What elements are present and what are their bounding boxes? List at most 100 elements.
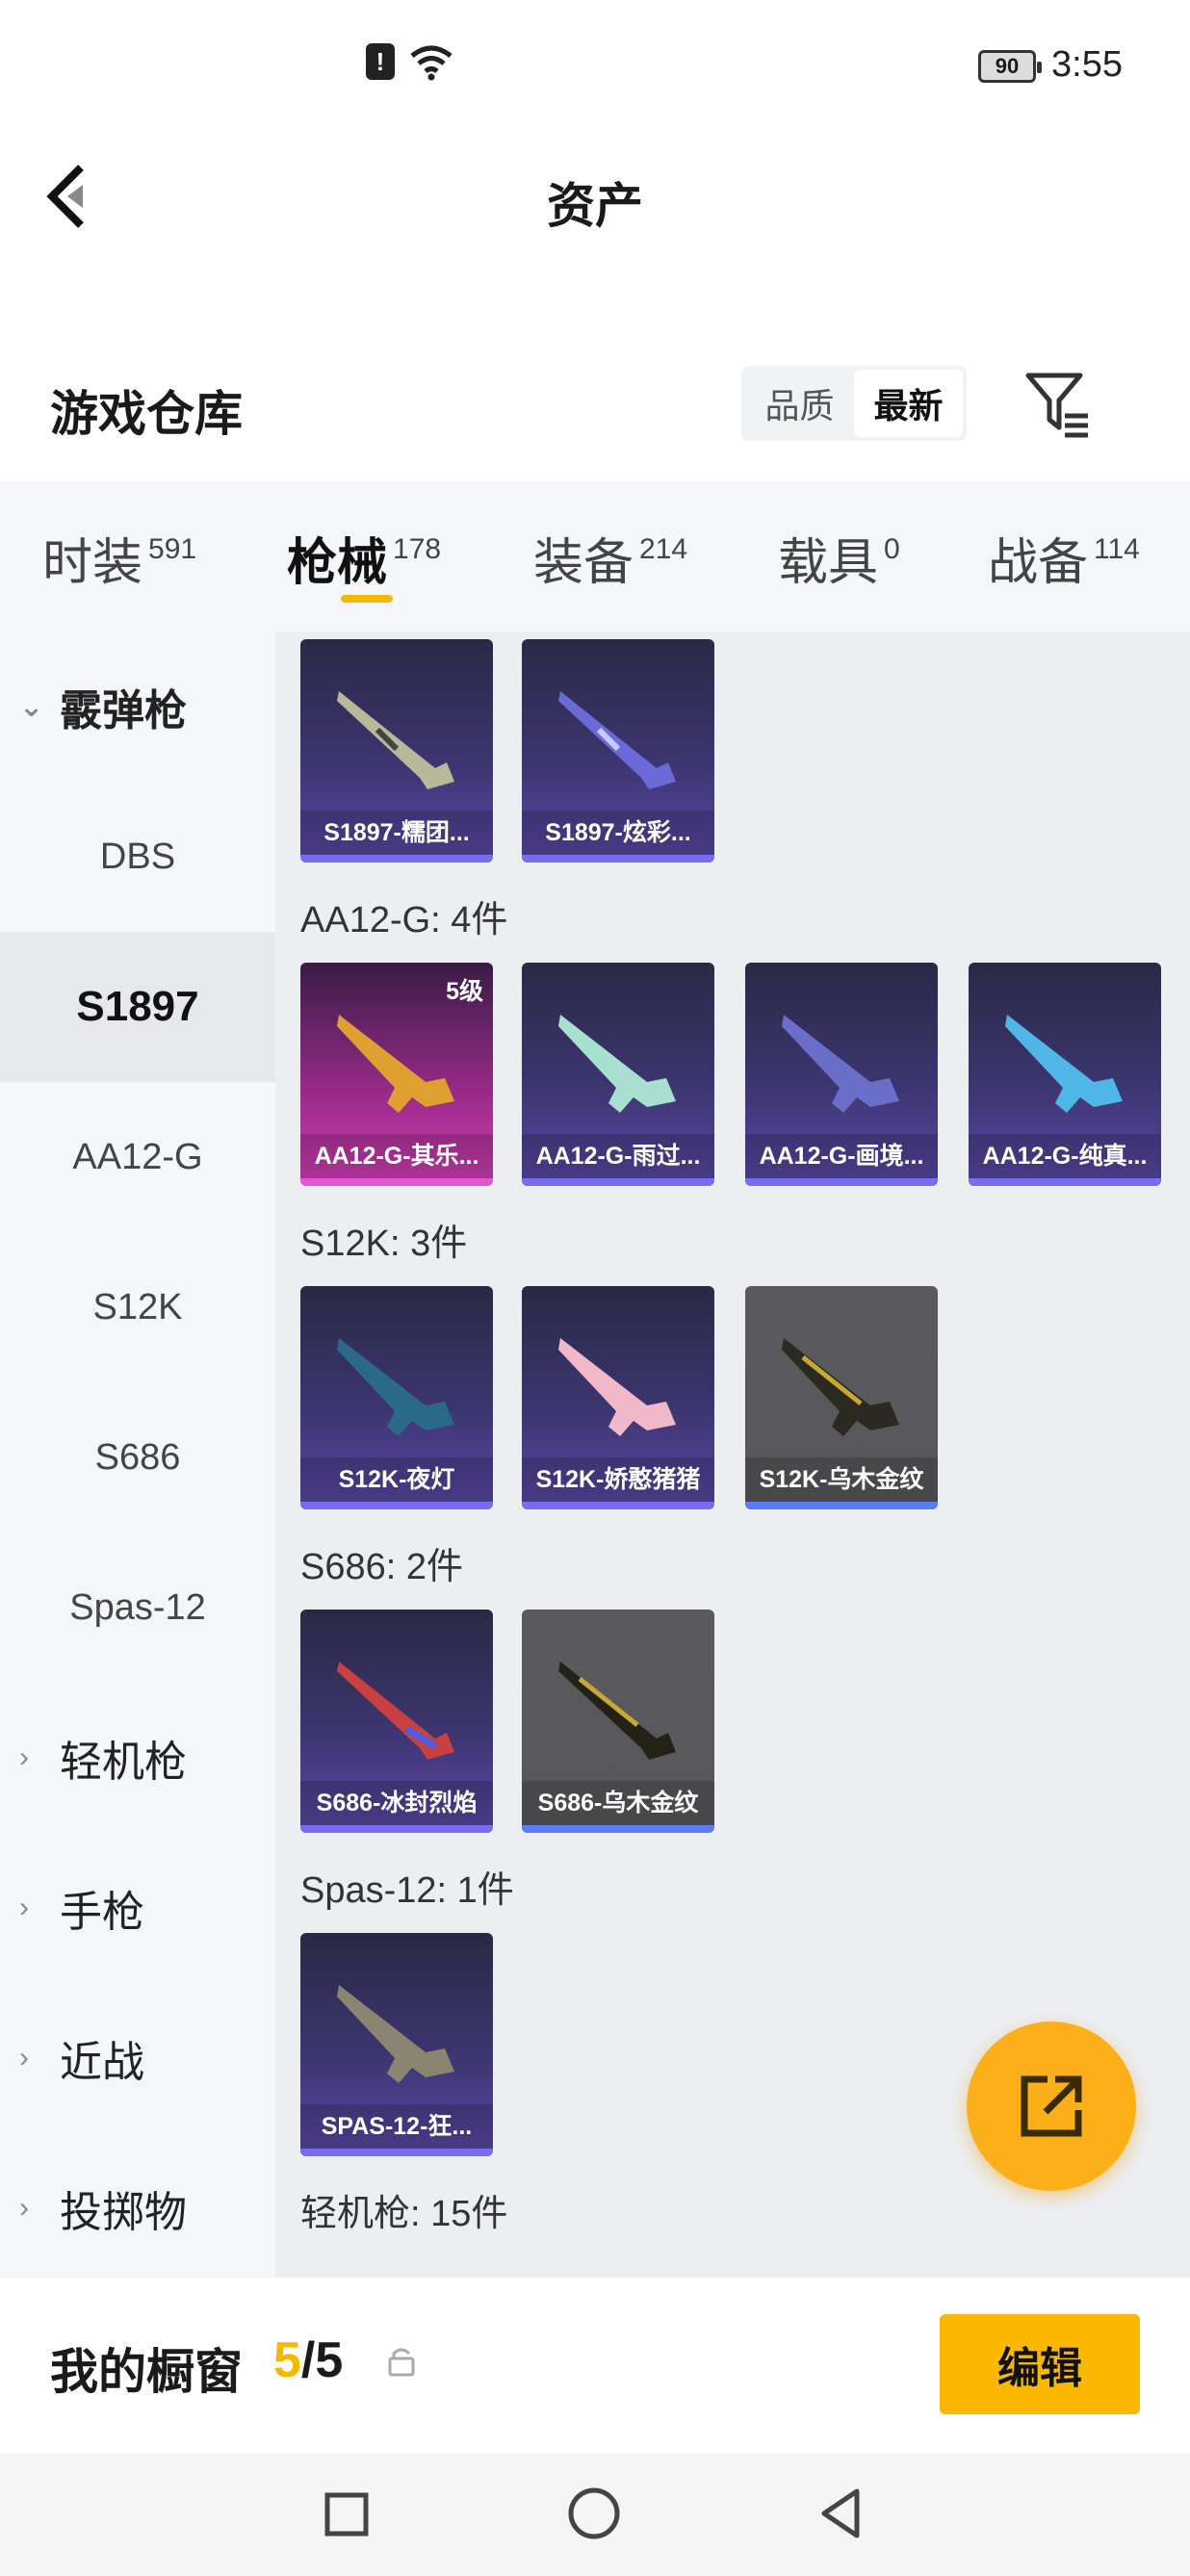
item-card[interactable]: AA12-G-纯真... — [969, 963, 1161, 1186]
status-bar: ! 90 3:55 — [0, 0, 1190, 135]
showcase-label: 我的橱窗 — [50, 2345, 243, 2399]
rarity-bar — [969, 1178, 1161, 1186]
sidebar-group-throwable[interactable]: › 投掷物 — [0, 2133, 275, 2283]
showcase-count: 5/5 — [273, 2331, 343, 2389]
rarity-bar — [522, 1178, 714, 1186]
shotgun-skin-icon — [558, 691, 676, 789]
sort-by-newest[interactable]: 最新 — [854, 370, 963, 437]
item-card[interactable]: AA12-G-画境... — [745, 963, 938, 1186]
rarity-bar — [300, 2149, 493, 2156]
rarity-bar — [522, 1825, 714, 1833]
sidebar-group-shotgun[interactable]: ⌄ 霰弹枪 — [0, 631, 275, 782]
chevron-right-icon: › — [19, 2042, 29, 2074]
battery-indicator: 90 — [978, 50, 1042, 83]
sidebar-group-melee[interactable]: › 近战 — [0, 1983, 275, 2133]
rifle-skin-icon — [337, 1338, 454, 1436]
item-name: S686-冰封烈焰 — [300, 1781, 493, 1825]
chevron-right-icon: › — [19, 1741, 29, 1773]
filter-button[interactable] — [1021, 368, 1098, 441]
chevron-right-icon: › — [19, 2192, 29, 2224]
share-icon — [1021, 2075, 1082, 2137]
rifle-skin-icon — [782, 1015, 899, 1113]
rarity-bar — [300, 1825, 493, 1833]
tab-weapons[interactable]: 枪械 178 — [287, 522, 441, 594]
item-card[interactable]: S12K-夜灯 — [300, 1286, 493, 1509]
item-name: AA12-G-纯真... — [969, 1134, 1161, 1178]
item-card[interactable]: S1897-糯团... — [300, 639, 493, 863]
sidebar-group-label: 近战 — [60, 2039, 144, 2086]
shotgun-skin-icon — [337, 691, 454, 789]
item-name: AA12-G-雨过... — [522, 1134, 714, 1178]
item-card[interactable]: S686-乌木金纹 — [522, 1610, 714, 1833]
wifi-icon — [410, 45, 453, 81]
sidebar-group-label: 霰弹枪 — [60, 687, 187, 734]
item-card[interactable]: S686-冰封烈焰 — [300, 1610, 493, 1833]
filter-icon — [1025, 373, 1088, 438]
rifle-skin-icon — [782, 1338, 899, 1436]
showcase-separator: / — [300, 2332, 316, 2388]
sidebar-item-spas12[interactable]: Spas-12 — [0, 1533, 275, 1683]
sidebar-item-aa12g[interactable]: AA12-G — [0, 1082, 275, 1232]
item-name: S12K-娇憨猪猪 — [522, 1457, 714, 1502]
rarity-bar — [522, 1502, 714, 1509]
sidebar: ⌄ 霰弹枪 DBS S1897 AA12-G S12K S686 Spas-12… — [0, 631, 275, 2278]
home-icon[interactable] — [562, 2482, 626, 2545]
item-name: AA12-G-其乐... — [300, 1134, 493, 1178]
showcase-panel: 我的橱窗 5/5 编辑 — [0, 2278, 1190, 2453]
shotgun-skin-icon — [558, 1662, 676, 1760]
item-card[interactable]: SPAS-12-狂... — [300, 1933, 493, 2156]
item-name: S1897-糯团... — [300, 811, 493, 855]
sidebar-item-dbs[interactable]: DBS — [0, 782, 275, 932]
item-name: AA12-G-画境... — [745, 1134, 938, 1178]
item-card[interactable]: AA12-G-雨过... — [522, 963, 714, 1186]
item-card[interactable]: S1897-炫彩... — [522, 639, 714, 863]
tab-supplies[interactable]: 战备 114 — [988, 522, 1140, 594]
item-card[interactable]: S12K-乌木金纹 — [745, 1286, 938, 1509]
rarity-bar — [745, 1502, 938, 1509]
item-name: S1897-炫彩... — [522, 811, 714, 855]
sidebar-item-s1897[interactable]: S1897 — [0, 932, 275, 1082]
status-icons: ! — [366, 42, 454, 81]
showcase-current: 5 — [273, 2332, 301, 2388]
item-card[interactable]: 5级 AA12-G-其乐... — [300, 963, 493, 1186]
item-name: S12K-乌木金纹 — [745, 1457, 938, 1502]
sort-by-quality[interactable]: 品质 — [745, 370, 854, 437]
page-title: 资产 — [547, 179, 643, 233]
sidebar-group-lmg[interactable]: › 轻机枪 — [0, 1683, 275, 1833]
item-name: S686-乌木金纹 — [522, 1781, 714, 1825]
rarity-bar — [300, 1178, 493, 1186]
edit-button[interactable]: 编辑 — [940, 2314, 1140, 2414]
recent-apps-icon[interactable] — [314, 2482, 377, 2545]
tab-fashion[interactable]: 时装 591 — [42, 522, 196, 594]
share-button[interactable] — [967, 2022, 1136, 2191]
tab-equipment[interactable]: 装备 214 — [533, 522, 687, 594]
chevron-down-icon: ⌄ — [19, 690, 44, 723]
rarity-bar — [300, 1502, 493, 1509]
rarity-bar — [745, 1178, 938, 1186]
sidebar-group-label: 投掷物 — [60, 2189, 187, 2236]
sidebar-group-label: 手枪 — [60, 1889, 144, 1936]
section-title: 游戏仓库 — [50, 387, 243, 441]
sim-alert-icon: ! — [366, 43, 395, 80]
shotgun-skin-icon — [337, 1662, 454, 1760]
sort-toggle: 品质 最新 — [741, 366, 967, 441]
group-label: Spas-12: 1件 — [300, 1870, 514, 1911]
rarity-bar — [522, 855, 714, 863]
system-nav-bar — [0, 2453, 1190, 2576]
sidebar-item-s686[interactable]: S686 — [0, 1382, 275, 1533]
item-card[interactable]: S12K-娇憨猪猪 — [522, 1286, 714, 1509]
item-name: SPAS-12-狂... — [300, 2104, 493, 2149]
group-label: S686: 2件 — [300, 1547, 463, 1587]
rifle-skin-icon — [1005, 1015, 1123, 1113]
rifle-skin-icon — [337, 1015, 454, 1113]
rifle-skin-icon — [558, 1015, 676, 1113]
rarity-bar — [300, 855, 493, 863]
back-nav-icon[interactable] — [811, 2482, 874, 2545]
group-label: 轻机枪: 15件 — [300, 2194, 508, 2234]
sidebar-group-label: 轻机枪 — [60, 1739, 187, 1786]
showcase-total: 5 — [315, 2332, 344, 2388]
sidebar-item-s12k[interactable]: S12K — [0, 1232, 275, 1382]
tab-vehicles[interactable]: 载具 0 — [778, 522, 900, 594]
group-label: AA12-G: 4件 — [300, 900, 508, 940]
sidebar-group-pistol[interactable]: › 手枪 — [0, 1833, 275, 1983]
